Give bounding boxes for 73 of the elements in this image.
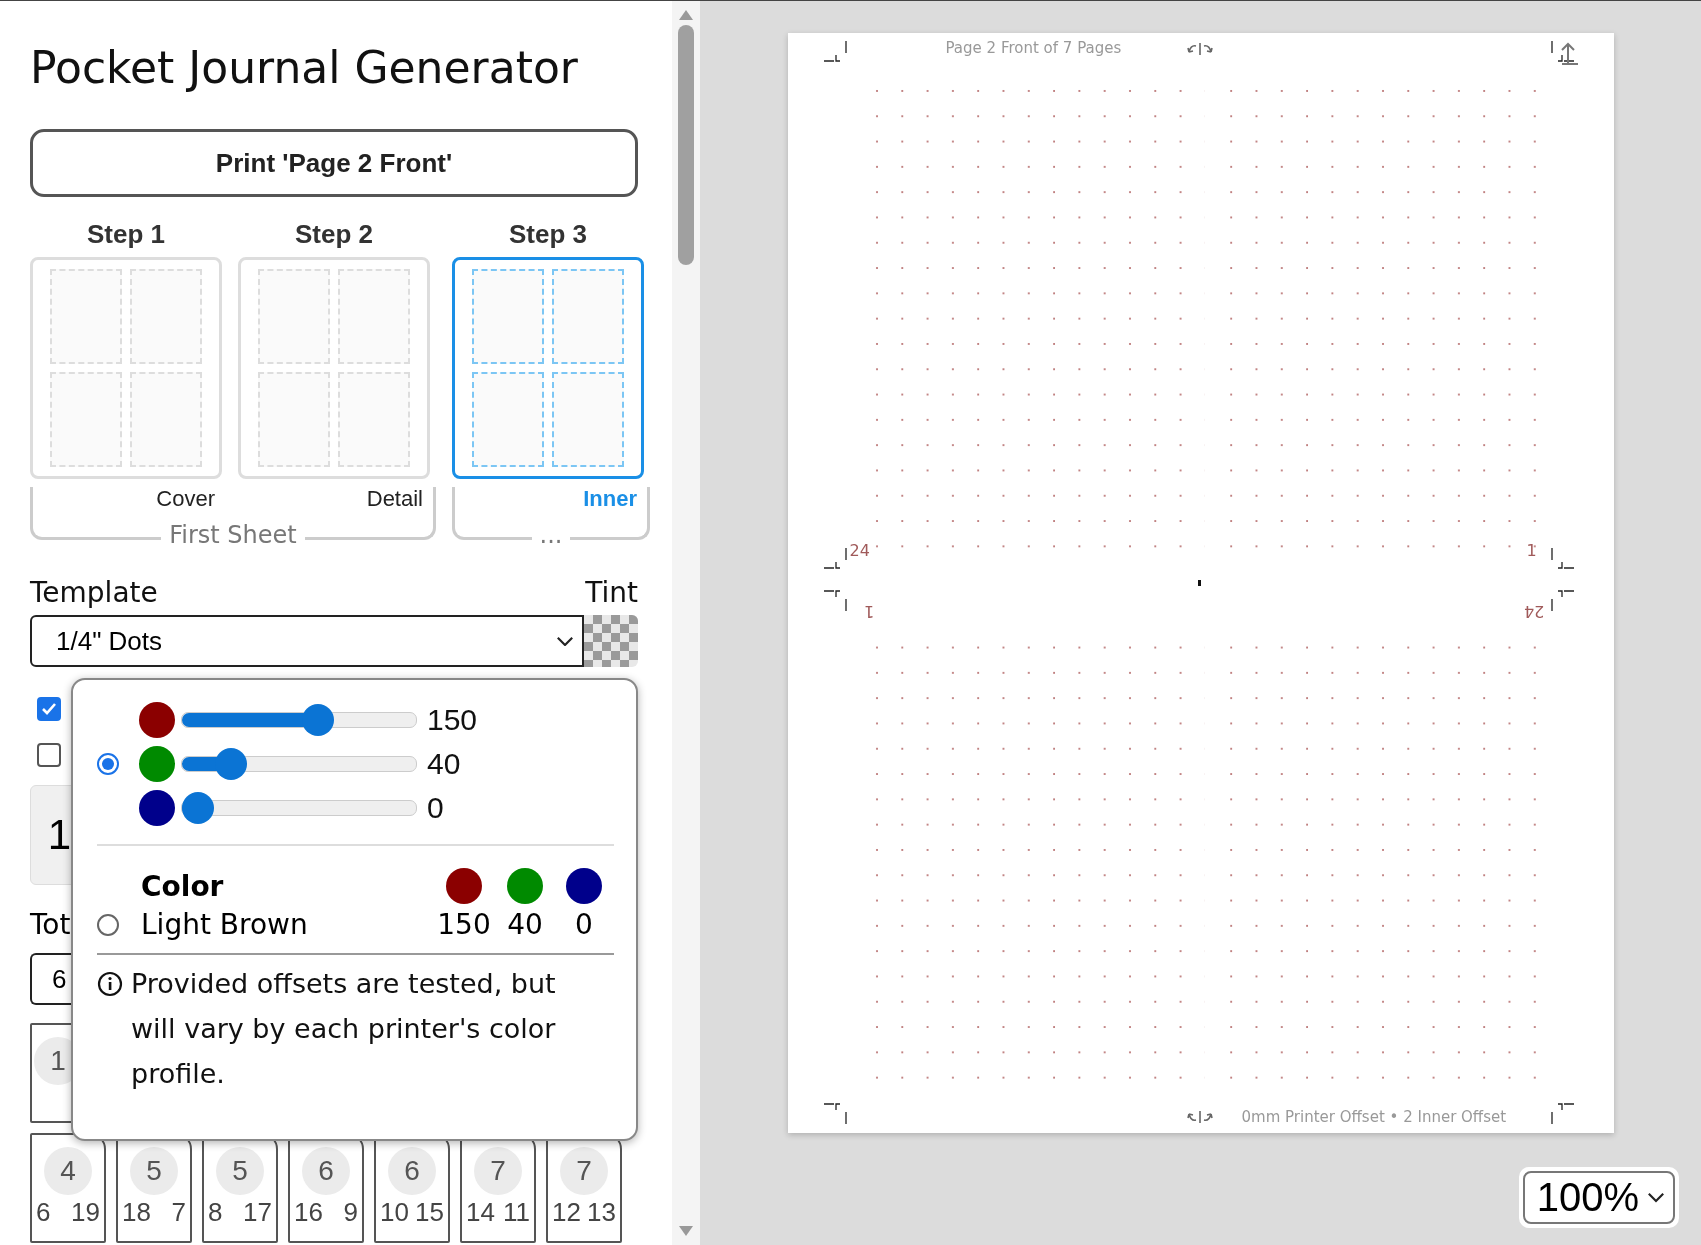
count-display: 1 [30,785,72,885]
slider-value: 0 [427,791,444,825]
step-label: Cover [155,487,216,511]
step-label: Inner [582,487,638,511]
checkmark-icon [41,702,57,716]
page-footer: 0mm Printer Offset • 2 Inner Offset [1241,1108,1507,1126]
slider-thumb[interactable] [182,792,214,824]
info-note: Provided offsets are tested, but will vary by each printer's color profile. [131,967,557,1091]
page-number: 12 [552,1197,581,1227]
checker-swatch[interactable] [584,615,638,667]
sheet-number: 7 [560,1147,608,1195]
step-heading: Step 2 [295,218,373,251]
checkbox[interactable] [37,697,61,721]
slider-value: 150 [427,703,478,737]
page-number: 9 [343,1197,358,1227]
page-number: 11 [503,1197,530,1227]
page-number: 6 [36,1197,51,1227]
color-value: 0 [574,908,594,941]
sheet-card[interactable]: 4 6 19 [30,1133,106,1243]
scroll-down-icon[interactable] [678,1225,694,1237]
scroll-up-icon[interactable] [678,9,694,21]
page-number: 17 [243,1197,272,1227]
sheet-number: 6 [302,1147,350,1195]
page-corner-number: 1 [1526,541,1537,560]
tint-label: Tint [585,576,638,609]
slider-value: 40 [427,747,461,781]
center-tick-icon [1197,580,1201,586]
preset-name: Light Brown [141,908,309,941]
slider[interactable] [181,703,417,737]
page-corner-number: 24 [1523,602,1544,621]
column-header: Color [141,869,225,903]
page-number: 7 [171,1197,186,1227]
page-corner-number: 24 [849,541,870,560]
sheet-number: 5 [130,1147,178,1195]
page-number: 16 [294,1197,323,1227]
slider-thumb[interactable] [302,704,335,736]
sheet-layout-card[interactable] [452,257,644,479]
slider[interactable] [181,747,417,781]
page-number: 10 [380,1197,409,1227]
sheet-number: 7 [474,1147,522,1195]
color-value: 150 [436,908,492,941]
page-number: 8 [208,1197,223,1227]
sheet-number: 6 [388,1147,436,1195]
sheet-number: 4 [44,1147,92,1195]
template-select[interactable]: 1/4" Dots [30,615,584,667]
page-header: Page 2 Front of 7 Pages [945,39,1122,57]
page-number: 13 [587,1197,616,1227]
radio-button[interactable] [97,753,119,775]
step-heading: Step 1 [87,218,165,251]
print-button[interactable]: Print 'Page 2 Front' [30,129,638,197]
total-label: Tot [30,907,71,943]
app-title: Pocket Journal Generator [30,41,579,95]
step-heading: Step 3 [509,218,587,251]
sheet-number: 5 [216,1147,264,1195]
color-value: 40 [506,908,544,941]
page-corner-number: 1 [863,602,874,621]
rotate-arrows-icon [1185,42,1214,56]
info-icon [97,971,123,997]
rotate-arrows-icon [1185,1110,1214,1124]
page-number: 19 [71,1197,100,1227]
zoom-select[interactable]: 100% [1522,1171,1675,1224]
slider[interactable] [181,791,417,825]
radio-button[interactable] [97,913,119,936]
step-label: Detail [365,487,424,511]
page-number: 15 [415,1197,444,1227]
chevron-down-icon [1647,1192,1665,1203]
scrollbar-thumb[interactable] [678,25,694,265]
checkbox[interactable] [37,743,61,767]
page-number: 14 [466,1197,495,1227]
slider-thumb[interactable] [214,748,247,780]
page-number: 18 [122,1197,151,1227]
chevron-down-icon [556,635,574,647]
template-label: Template [30,576,158,609]
